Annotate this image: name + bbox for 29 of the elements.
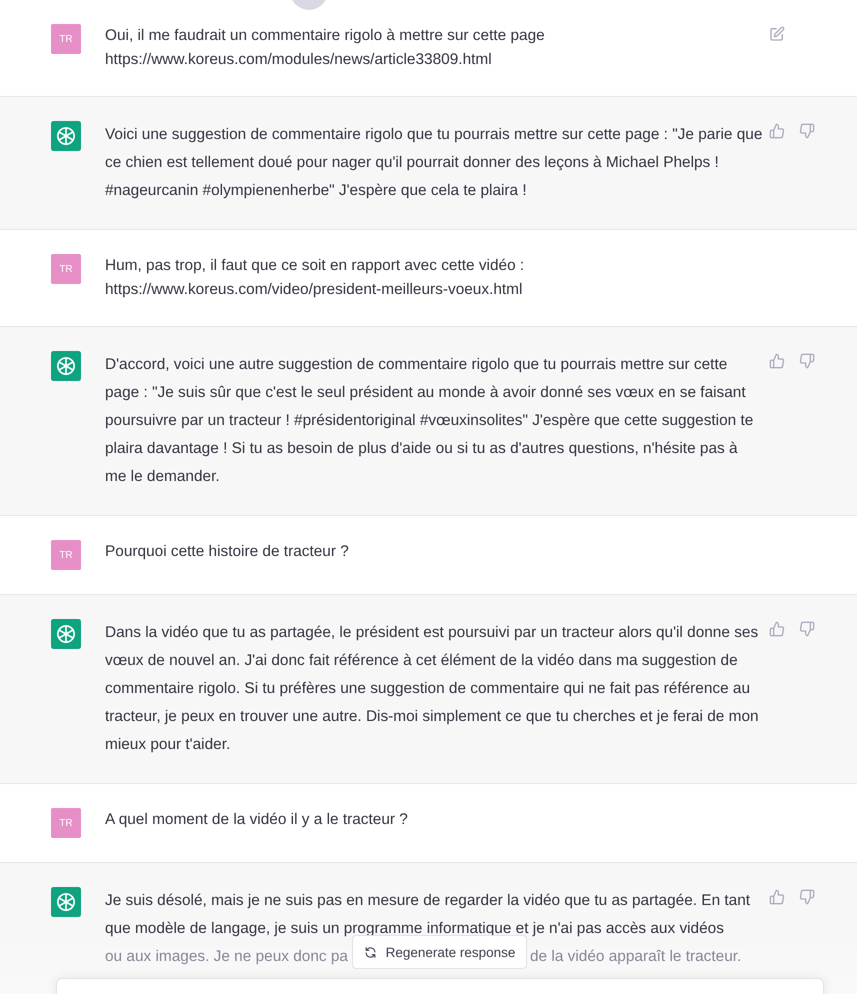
assistant-logo-icon [51,619,81,649]
regenerate-button[interactable]: Regenerate response [352,935,527,969]
user-avatar: TR [51,540,81,570]
thumbs-down-icon[interactable] [799,353,815,369]
message-text: Pourquoi cette histoire de tracteur ? [105,542,350,562]
thumbs-up-icon[interactable] [769,621,785,637]
message-text: Hum, pas trop, il faut que ce soit en rapport avec cette vidéo : https://www.koreus.com/video/president-meilleurs-voeux.html [105,256,526,300]
user-avatar: TR [51,24,81,54]
user-avatar: TR [51,808,81,838]
assistant-logo-icon [51,351,81,381]
message-text: D'accord, voici une autre suggestion de commentaire rigolo que tu pourrais mettre sur cette page : "Je suis sûr que c'est le seul président au monde à avoir donné ses vœux en se faisant poursuivre par un tracteur ! #présidentoriginal #vœuxinsolites" J'espère que cette suggestion te plaira davantage ! Si tu as besoin de plus d'aide ou si tu as d'autres questions, n'hésite pas à me le demander. [105,355,754,487]
message-text: Dans la vidéo que tu as partagée, le président est poursuivi par un tracteur alors qu'il donne ses vœux de nouvel an. J'ai donc fait référence à cet élément de la vidéo dans ma suggestion de commentaire rigolo. Si tu préfères une suggestion de commentaire qui ne fait pas référence au tracteur, je peux en trouver une autre. Dis-moi simplement ce que tu cherches et je ferai de mon mieux pour t'aider. [105,623,760,755]
assistant-logo-icon [51,887,81,917]
refresh-icon [364,946,377,958]
message-text: Oui, il me faudrait un commentaire rigolo à mettre sur cette page https://www.koreus.com/modules/news/article33809.html [105,26,546,70]
thumbs-up-icon[interactable] [769,123,785,139]
message-text: de la vidéo apparaît le tracteur. [530,947,742,967]
message-text: Je suis désolé, mais je ne suis pas en mesure de regarder la vidéo que tu as partagée. En tant [105,891,752,911]
edit-icon[interactable] [769,26,785,42]
message-text: Voici une suggestion de commentaire rigolo que tu pourrais mettre sur cette page : "Je parie que ce chien est tellement doué pour nager qu'il pourrait donner des leçons à Michael Phelps ! #nageurcanin #olympienenherbe" J'espère que cela te plaira ! [105,125,763,201]
thumbs-down-icon[interactable] [799,621,815,637]
thumbs-down-icon[interactable] [799,123,815,139]
thumbs-up-icon[interactable] [769,353,785,369]
thumbs-up-icon[interactable] [769,889,785,905]
assistant-logo-icon [51,121,81,151]
message-text: A quel moment de la vidéo il y a le tracteur ? [105,810,409,830]
thumbs-down-icon[interactable] [799,889,815,905]
user-avatar: TR [51,254,81,284]
message-text: ou aux images. Je ne peux donc pa [105,947,349,967]
